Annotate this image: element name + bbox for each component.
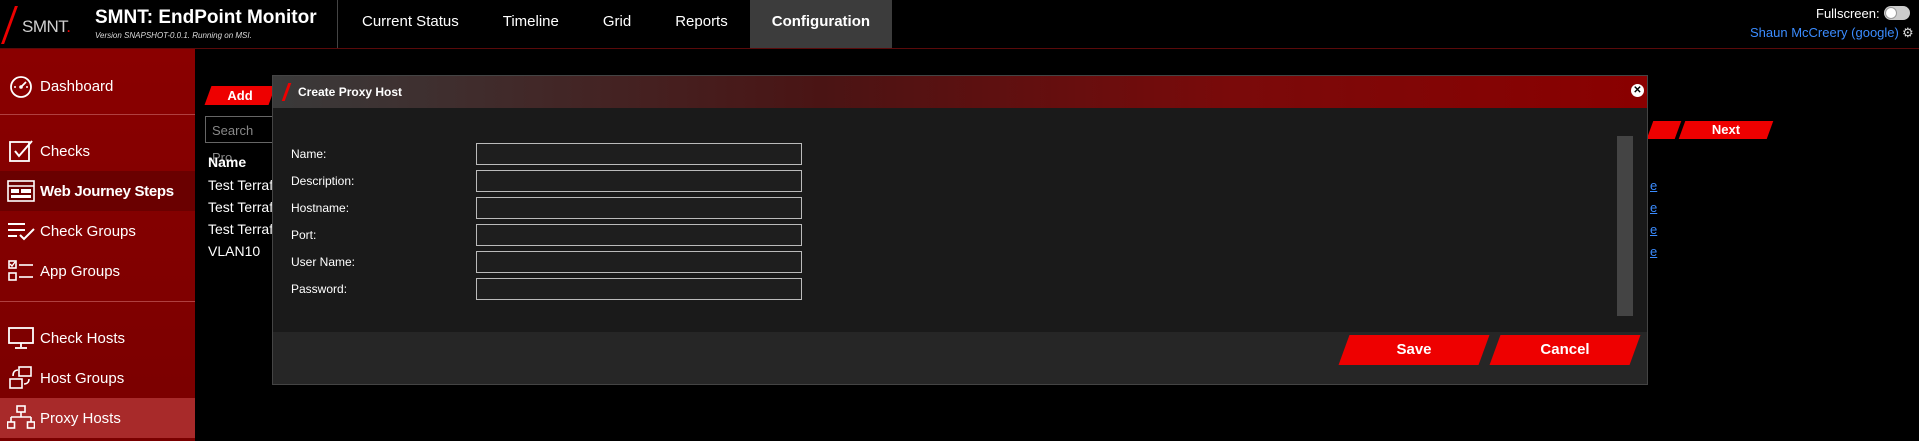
sidebar: Dashboard Checks Web Journey Steps Check… [0,49,195,441]
name-column-header: Name [208,154,247,170]
table-row[interactable]: Test Terrafo [208,177,281,193]
sidebar-item-label: Host Groups [40,369,125,387]
form-row-hostname: Hostname: [291,197,851,221]
app-groups-icon [6,258,36,284]
app-version: Version SNAPSHOT-0.0.1. Running on MSI. [95,31,252,40]
close-icon[interactable]: ✕ [1631,84,1644,97]
fullscreen-toggle[interactable] [1884,6,1910,20]
prev-button[interactable] [1646,121,1682,139]
add-button[interactable]: Add [204,86,276,105]
toggle-knob [1886,8,1896,18]
sidebar-divider [0,301,195,302]
password-field[interactable] [476,278,802,300]
form-row-name: Name: [291,143,851,167]
field-label: User Name: [291,255,356,269]
save-button-label: Save [1396,341,1432,358]
dialog-title: Create Proxy Host [298,85,403,99]
search-input[interactable]: Search Pro [205,116,275,165]
field-label: Port: [291,228,317,242]
form-row-password: Password: [291,278,851,302]
sidebar-item-dashboard[interactable]: Dashboard [0,66,195,106]
dialog-header: Create Proxy Host ✕ [273,76,1647,108]
logo-text: SMNT. [22,17,71,36]
dialog-body: Name: Description: Hostname: Port: User … [273,108,1647,332]
monitor-icon [6,325,36,351]
tab-grid[interactable]: Grid [581,0,653,48]
sidebar-item-label: Dashboard [40,77,114,95]
sidebar-item-proxy-hosts[interactable]: Proxy Hosts [0,398,195,438]
sidebar-item-check-hosts[interactable]: Check Hosts [0,318,195,358]
sidebar-item-label: App Groups [40,262,121,280]
name-field[interactable] [476,143,802,165]
port-field[interactable] [476,224,802,246]
sidebar-item-check-groups[interactable]: Check Groups [0,211,195,251]
tab-reports[interactable]: Reports [653,0,750,48]
app-title: SMNT: EndPoint Monitor [95,7,317,28]
next-button[interactable]: Next [1678,121,1774,139]
checklist-icon [6,218,36,244]
user-link[interactable]: Shaun McCreery (google) [1750,25,1899,40]
form-row-username: User Name: [291,251,851,275]
tab-current-status[interactable]: Current Status [340,0,481,48]
field-label: Description: [291,174,355,188]
gear-icon[interactable]: ⚙ [1902,25,1914,41]
network-icon [6,405,36,431]
tab-configuration[interactable]: Configuration [749,0,893,48]
save-button[interactable]: Save [1338,335,1490,365]
host-groups-icon [6,365,36,391]
cancel-button[interactable]: Cancel [1489,335,1641,365]
tab-timeline[interactable]: Timeline [481,0,581,48]
sidebar-item-label: Proxy Hosts [40,409,121,427]
scrollbar[interactable] [1617,136,1633,316]
row-action-link[interactable]: e [1650,178,1660,193]
next-button-label: Next [1711,122,1741,137]
row-action-link[interactable]: e [1650,222,1660,237]
table-row[interactable]: VLAN10 [208,243,260,259]
sidebar-item-web-journey-steps[interactable]: Web Journey Steps [0,171,195,211]
sidebar-item-checks[interactable]: Checks [0,131,195,171]
main-nav: Current Status Timeline Grid Reports Con… [340,0,893,48]
field-label: Name: [291,147,327,161]
form-row-description: Description: [291,170,851,194]
sidebar-divider [0,114,195,115]
browser-icon [6,178,36,204]
checkbox-icon [6,138,36,164]
top-header: SMNT. SMNT: EndPoint Monitor Version SNA… [0,0,1919,49]
sidebar-item-label: Check Hosts [40,329,126,347]
username-field[interactable] [476,251,802,273]
title-slash [281,83,292,101]
fullscreen-label: Fullscreen: [1816,6,1880,21]
app-logo[interactable]: SMNT. [1,6,80,44]
description-field[interactable] [476,170,802,192]
sidebar-item-label: Web Journey Steps [40,182,174,200]
header-divider [337,0,338,48]
form-row-port: Port: [291,224,851,248]
sidebar-item-host-groups[interactable]: Host Groups [0,358,195,398]
sidebar-item-app-groups[interactable]: App Groups [0,251,195,291]
field-label: Hostname: [291,201,350,215]
sidebar-item-label: Checks [40,142,91,160]
row-action-link[interactable]: e [1650,200,1660,215]
field-label: Password: [291,282,348,296]
dashboard-icon [6,73,36,99]
sidebar-item-label: Check Groups [40,222,136,240]
cancel-button-label: Cancel [1540,341,1590,358]
table-row[interactable]: Test Terrafo [208,221,281,237]
table-row[interactable]: Test Terrafo [208,199,281,215]
hostname-field[interactable] [476,197,802,219]
create-proxy-host-dialog: Create Proxy Host ✕ Name: Description: H… [272,75,1648,385]
logo-slash [1,6,18,44]
row-action-link[interactable]: e [1650,244,1660,259]
add-button-label: Add [227,88,253,103]
